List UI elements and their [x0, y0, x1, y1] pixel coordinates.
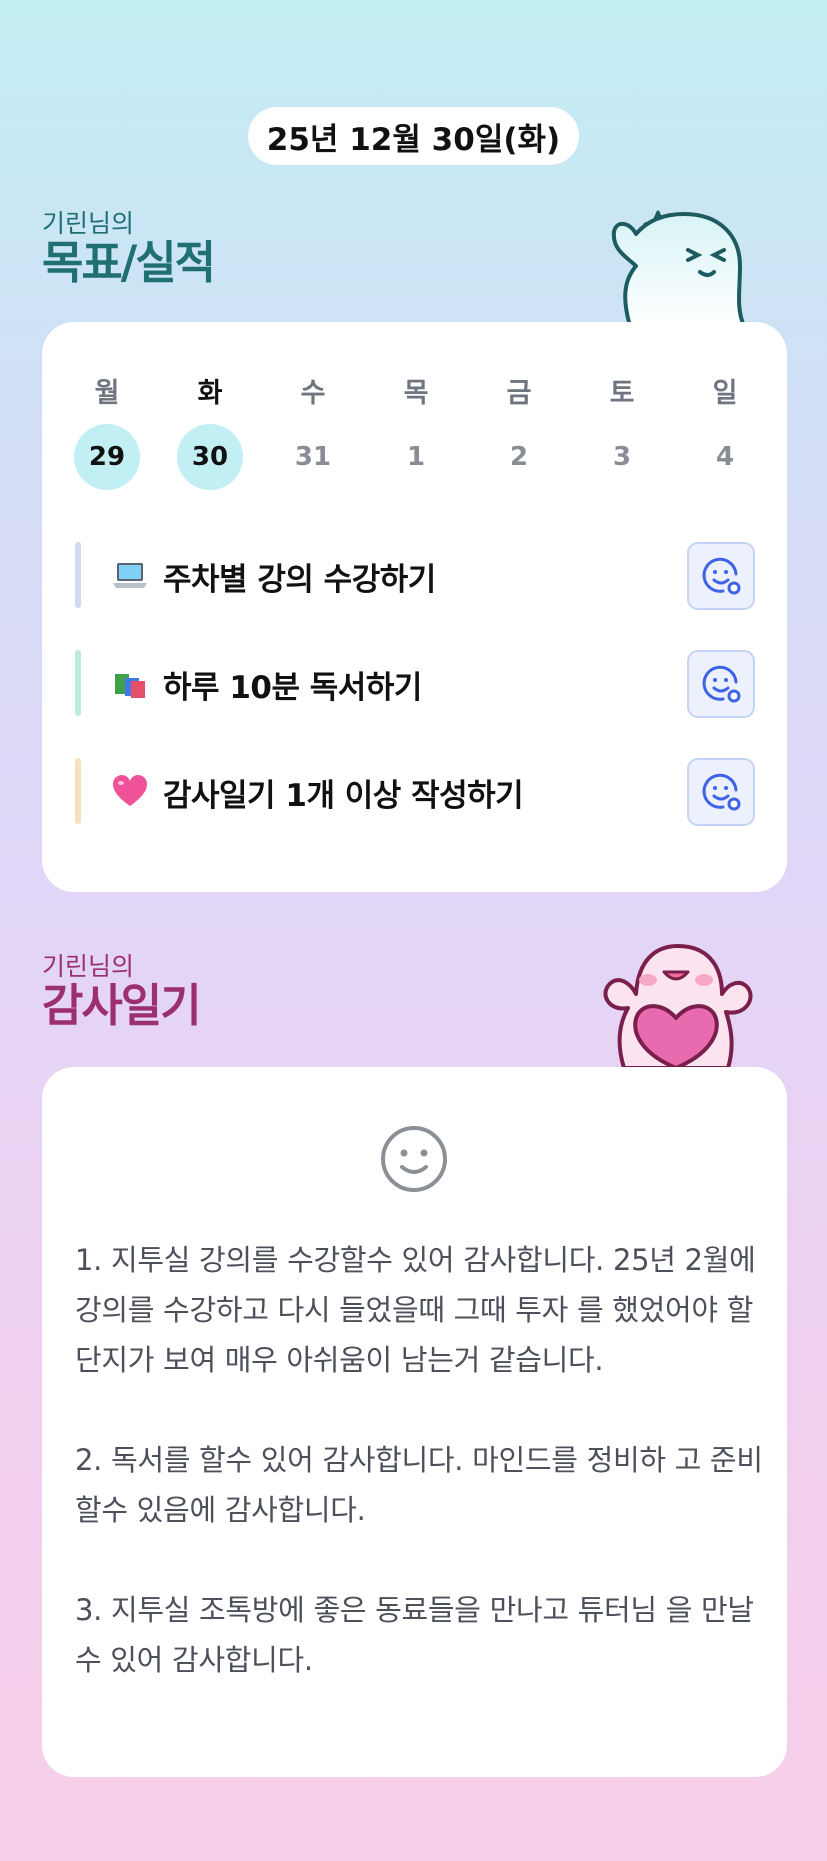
- weekday-name: 목: [403, 378, 429, 409]
- goals-card: 월 29 화 30 수 31 목 1 금 2 토 3 일 4 주차별 강의 수강…: [42, 322, 787, 892]
- goal-label: 주차별 강의 수강하기: [163, 562, 436, 598]
- weekday-tue[interactable]: 화 30: [177, 374, 243, 490]
- weekday-name: 화: [197, 378, 223, 409]
- goal-check-button[interactable]: [687, 758, 755, 826]
- goal-accent-bar: [75, 650, 81, 716]
- gratitude-section-title: 기린님의 감사일기: [42, 952, 202, 1032]
- weekday-name: 수: [300, 378, 326, 409]
- weekday-date: 30: [177, 424, 243, 490]
- mascot-heart-icon: [603, 944, 753, 1068]
- gratitude-title: 감사일기: [42, 979, 202, 1032]
- gratitude-subtitle: 기린님의: [42, 952, 135, 981]
- gratitude-entry-text: 1. 지투실 강의를 수강할수 있어 감사합니다. 25년 2월에 강의를 수강…: [75, 1243, 763, 1677]
- weekday-name: 월: [94, 378, 120, 409]
- books-icon: [115, 674, 145, 698]
- goal-item: 하루 10분 독서하기: [75, 650, 755, 718]
- weekday-date: 31: [294, 442, 332, 472]
- weekday-date: 4: [715, 442, 735, 472]
- weekday-name: 토: [609, 378, 635, 409]
- weekday-date: 3: [612, 442, 632, 472]
- mascot-thumbs-up-icon: [611, 210, 746, 326]
- weekday-wed[interactable]: 수 31: [280, 374, 346, 490]
- goal-item: 주차별 강의 수강하기: [75, 542, 755, 610]
- weekday-name: 금: [506, 378, 532, 409]
- goals-title: 목표/실적: [42, 236, 216, 289]
- weekday-date: 1: [406, 442, 426, 472]
- week-strip: 월 29 화 30 수 31 목 1 금 2 토 3 일 4: [74, 374, 758, 490]
- goals-subtitle: 기린님의: [42, 209, 135, 238]
- goal-label: 감사일기 1개 이상 작성하기: [163, 778, 524, 814]
- weekday-date: 2: [509, 442, 529, 472]
- laptop-icon: [113, 563, 147, 588]
- weekday-fri[interactable]: 금 2: [486, 374, 552, 490]
- date-pill: 25년 12월 30일(화): [248, 107, 579, 165]
- goal-accent-bar: [75, 758, 81, 824]
- weekday-sat[interactable]: 토 3: [589, 374, 655, 490]
- goal-accent-bar: [75, 542, 81, 608]
- smile-check-icon: [702, 773, 741, 811]
- weekday-thu[interactable]: 목 1: [383, 374, 449, 490]
- gratitude-card: 1. 지투실 강의를 수강할수 있어 감사합니다. 25년 2월에 강의를 수강…: [42, 1067, 787, 1777]
- pink-heart-icon: [113, 775, 147, 806]
- smiley-face-icon: [381, 1126, 447, 1192]
- smile-check-icon: [702, 557, 741, 595]
- smile-check-icon: [702, 665, 741, 703]
- weekday-date: 29: [74, 424, 140, 490]
- goal-check-button[interactable]: [687, 542, 755, 610]
- goal-label: 하루 10분 독서하기: [163, 670, 422, 706]
- goals-section-title: 기린님의 목표/실적: [42, 209, 216, 289]
- weekday-sun[interactable]: 일 4: [692, 374, 758, 490]
- goal-check-button[interactable]: [687, 650, 755, 718]
- weekday-name: 일: [712, 378, 738, 409]
- goal-item: 감사일기 1개 이상 작성하기: [75, 758, 755, 826]
- weekday-mon[interactable]: 월 29: [74, 374, 140, 490]
